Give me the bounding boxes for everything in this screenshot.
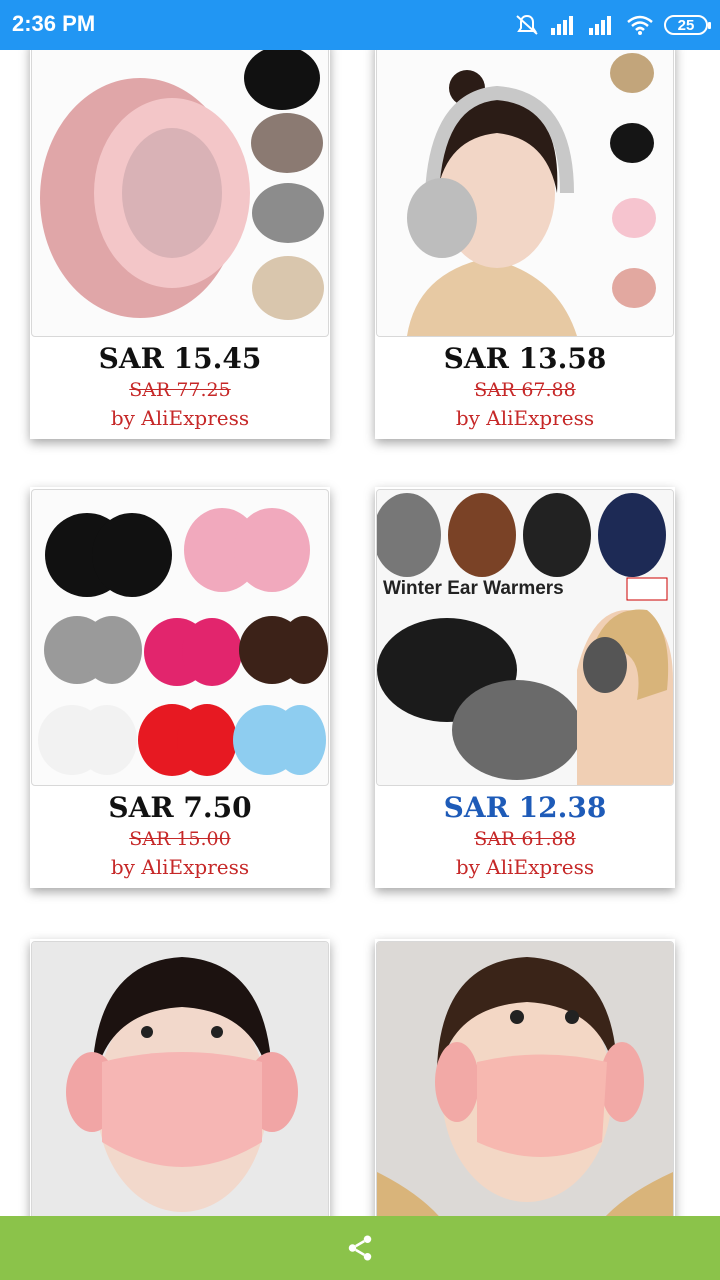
product-card[interactable]: SAR 7.50 SAR 15.00 by AliExpress: [30, 487, 330, 888]
product-card[interactable]: [375, 939, 675, 1216]
bottom-bar: [0, 1216, 720, 1280]
product-old-price: SAR 15.00: [129, 828, 231, 850]
product-image[interactable]: [31, 941, 329, 1216]
product-image[interactable]: [31, 50, 329, 337]
product-seller: by AliExpress: [110, 855, 250, 879]
signal-icon: [551, 16, 573, 35]
product-image[interactable]: Winter Ear Warmers: [376, 489, 674, 786]
status-bar: 2:36 PM 25: [0, 0, 720, 50]
product-card[interactable]: Winter Ear Warmers SAR 12.38 SAR 61.88 b…: [375, 487, 675, 888]
product-old-price: SAR 61.88: [474, 828, 576, 850]
banner-text: Winter Ear Warmers: [383, 578, 564, 599]
product-old-price: SAR 77.25: [129, 379, 231, 401]
battery-indicator: 25: [664, 15, 711, 35]
product-card[interactable]: [30, 939, 330, 1216]
product-seller: by AliExpress: [455, 855, 595, 879]
product-old-price: SAR 67.88: [474, 379, 576, 401]
status-time: 2:36 PM: [12, 11, 96, 36]
product-card[interactable]: SAR 15.45 SAR 77.25 by AliExpress: [30, 50, 330, 439]
product-price: SAR 7.50: [108, 791, 252, 824]
product-seller: by AliExpress: [455, 406, 595, 430]
status-icons: 25: [514, 12, 711, 38]
product-seller: by AliExpress: [110, 406, 250, 430]
product-image[interactable]: [376, 941, 674, 1216]
product-image[interactable]: [31, 489, 329, 786]
product-grid: SAR 15.45 SAR 77.25 by AliExpress SAR 13…: [0, 50, 720, 1216]
product-card[interactable]: SAR 13.58 SAR 67.88 by AliExpress: [375, 50, 675, 439]
product-price: SAR 12.38: [443, 791, 607, 824]
wifi-icon: [627, 15, 653, 35]
share-icon[interactable]: [345, 1233, 375, 1263]
product-image[interactable]: [376, 50, 674, 337]
signal-2-icon: [589, 16, 611, 35]
product-price: SAR 13.58: [443, 342, 607, 375]
product-price: SAR 15.45: [98, 342, 262, 375]
notifications-muted-icon: [516, 14, 538, 35]
